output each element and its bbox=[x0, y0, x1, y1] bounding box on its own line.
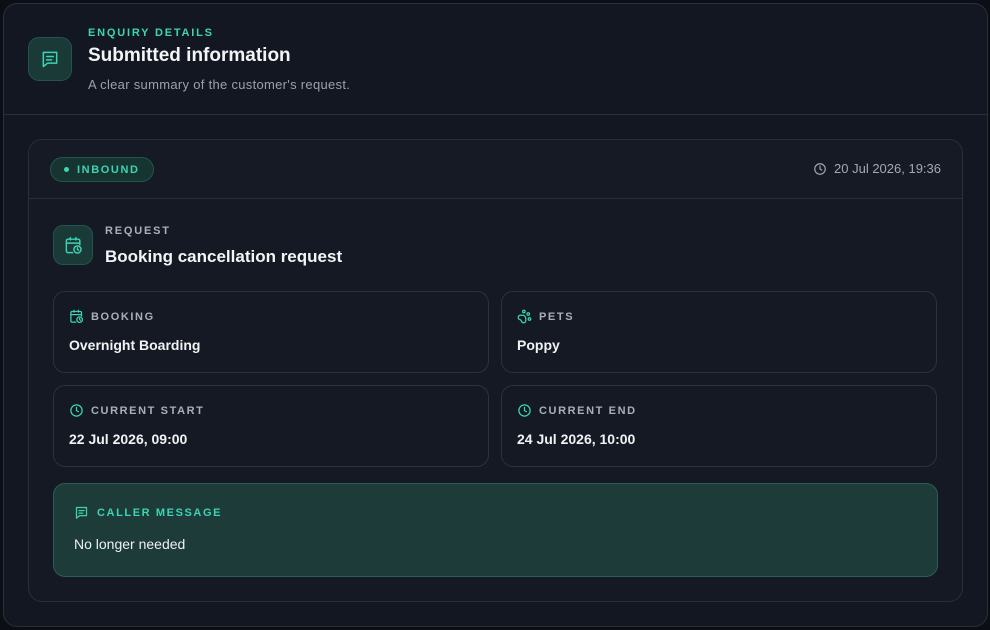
caller-message-text: No longer needed bbox=[74, 536, 186, 552]
current-end-field: CURRENT END 24 Jul 2026, 10:00 bbox=[501, 385, 937, 467]
calendar-clock-icon bbox=[53, 225, 93, 265]
calendar-clock-icon bbox=[69, 309, 84, 324]
pets-label-text: PETS bbox=[539, 310, 575, 323]
current-start-value: 22 Jul 2026, 09:00 bbox=[69, 431, 188, 447]
pets-value: Poppy bbox=[517, 337, 560, 353]
booking-value: Overnight Boarding bbox=[69, 337, 201, 353]
message-square-text-icon bbox=[74, 505, 89, 520]
current-end-field-label: CURRENT END bbox=[517, 403, 637, 418]
caller-message-label-text: CALLER MESSAGE bbox=[97, 506, 223, 519]
current-start-field-label: CURRENT START bbox=[69, 403, 204, 418]
paw-print-icon bbox=[517, 309, 532, 324]
clock-icon bbox=[813, 162, 827, 176]
panel-header: ENQUIRY DETAILS Submitted information A … bbox=[4, 4, 987, 115]
current-start-field: CURRENT START 22 Jul 2026, 09:00 bbox=[53, 385, 489, 467]
request-title: Booking cancellation request bbox=[105, 247, 343, 266]
section-eyebrow: ENQUIRY DETAILS bbox=[88, 27, 214, 39]
status-badge: INBOUND bbox=[50, 157, 154, 182]
card-top-bar: INBOUND 20 Jul 2026, 19:36 bbox=[29, 140, 962, 199]
status-badge-label: INBOUND bbox=[77, 163, 140, 176]
current-end-value: 24 Jul 2026, 10:00 bbox=[517, 431, 636, 447]
enquiry-card: INBOUND 20 Jul 2026, 19:36 REQUEST Booki… bbox=[28, 139, 963, 602]
timestamp: 20 Jul 2026, 19:36 bbox=[813, 161, 941, 176]
current-end-label-text: CURRENT END bbox=[539, 404, 637, 417]
booking-label-text: BOOKING bbox=[91, 310, 155, 323]
message-square-text-icon bbox=[28, 37, 72, 81]
clock-icon bbox=[69, 403, 84, 418]
enquiry-details-panel: ENQUIRY DETAILS Submitted information A … bbox=[3, 3, 988, 627]
pets-field-label: PETS bbox=[517, 309, 574, 324]
page-title: Submitted information bbox=[88, 45, 291, 66]
caller-message-label: CALLER MESSAGE bbox=[74, 505, 222, 520]
current-start-label-text: CURRENT START bbox=[91, 404, 205, 417]
request-label: REQUEST bbox=[105, 225, 171, 237]
booking-field: BOOKING Overnight Boarding bbox=[53, 291, 489, 373]
pets-field: PETS Poppy bbox=[501, 291, 937, 373]
page-subtitle: A clear summary of the customer's reques… bbox=[88, 77, 351, 92]
status-dot-icon bbox=[64, 167, 69, 172]
clock-icon bbox=[517, 403, 532, 418]
booking-field-label: BOOKING bbox=[69, 309, 155, 324]
timestamp-text: 20 Jul 2026, 19:36 bbox=[834, 161, 941, 176]
caller-message: CALLER MESSAGE No longer needed bbox=[53, 483, 938, 577]
